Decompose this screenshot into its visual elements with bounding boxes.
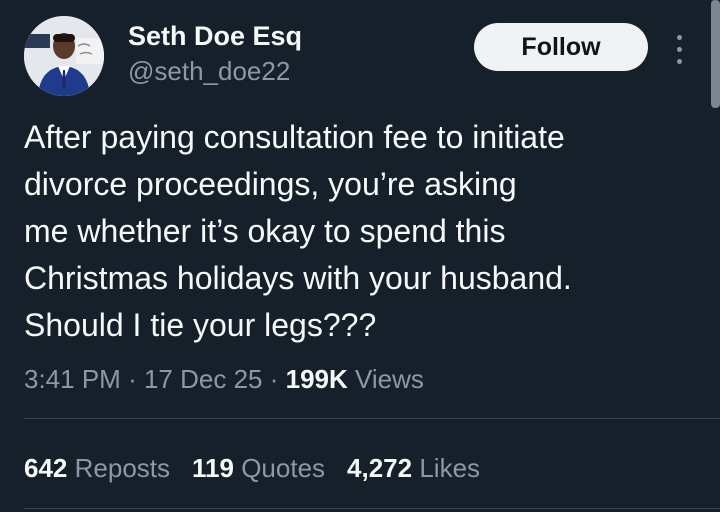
profile-photo-icon [24, 16, 104, 96]
author-handle[interactable]: @seth_doe22 [128, 55, 290, 87]
tweet-text-line: me whether it’s okay to spend this [24, 213, 506, 249]
likes-stat[interactable]: 4,272 Likes [347, 451, 480, 485]
engagement-stats: 642 Reposts 119 Quotes 4,272 Likes [24, 451, 502, 485]
author-display-name[interactable]: Seth Doe Esq [128, 20, 302, 52]
views-count: 199K [285, 364, 348, 394]
quotes-count: 119 [192, 453, 234, 483]
scrollbar[interactable] [711, 0, 720, 108]
avatar[interactable] [24, 16, 104, 96]
tweet-time[interactable]: 3:41 PM [24, 364, 121, 394]
meta-separator: · [128, 364, 137, 394]
views-label: Views [355, 364, 424, 394]
tweet-text-line: Christmas holidays with your husband. [24, 260, 572, 296]
meta-separator: · [269, 364, 279, 394]
vertical-ellipsis-icon[interactable] [668, 33, 692, 67]
reposts-count: 642 [24, 453, 68, 483]
tweet-meta: 3:41 PM · 17 Dec 25 · 199K Views [24, 362, 424, 396]
tweet-text: After paying consultation fee to initiat… [24, 114, 696, 349]
tweet-detail: Seth Doe Esq @seth_doe22 Follow After pa… [0, 0, 720, 512]
tweet-text-line: divorce proceedings, you’re asking [24, 166, 517, 202]
likes-label: Likes [419, 453, 481, 483]
divider [24, 418, 720, 419]
likes-count: 4,272 [347, 453, 413, 483]
reposts-stat[interactable]: 642 Reposts [24, 451, 170, 485]
tweet-text-line: Should I tie your legs??? [24, 307, 377, 343]
quotes-stat[interactable]: 119 Quotes [192, 451, 325, 485]
follow-button[interactable]: Follow [474, 23, 648, 71]
tweet-date[interactable]: 17 Dec 25 [144, 364, 263, 394]
reposts-label: Reposts [74, 453, 171, 483]
tweet-text-line: After paying consultation fee to initiat… [24, 119, 565, 155]
quotes-label: Quotes [241, 453, 326, 483]
divider [24, 508, 720, 509]
